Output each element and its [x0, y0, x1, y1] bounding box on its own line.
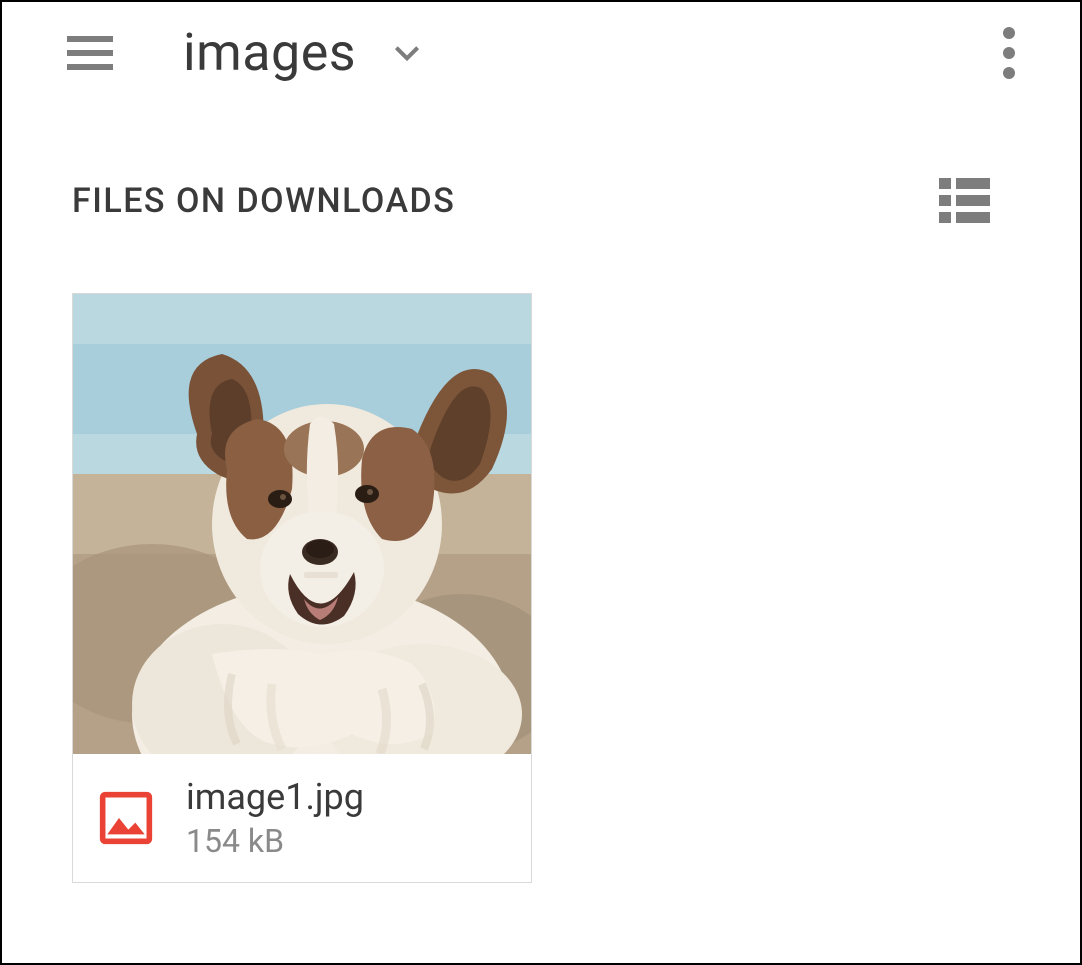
- folder-dropdown[interactable]: images: [183, 22, 423, 83]
- file-grid: image1.jpg 154 kB: [2, 223, 1080, 883]
- file-meta: image1.jpg 154 kB: [186, 776, 364, 860]
- section-header: FILES ON DOWNLOADS: [2, 103, 1080, 223]
- image-file-icon: [98, 790, 154, 846]
- file-card[interactable]: image1.jpg 154 kB: [72, 293, 532, 883]
- app-header: images: [2, 2, 1080, 103]
- chevron-down-icon: [391, 37, 423, 69]
- menu-icon[interactable]: [67, 36, 113, 70]
- file-info: image1.jpg 154 kB: [73, 754, 531, 882]
- list-view-toggle[interactable]: [939, 178, 1010, 223]
- folder-title: images: [183, 22, 356, 83]
- header-left: images: [67, 22, 423, 83]
- file-size: 154 kB: [186, 822, 364, 860]
- file-thumbnail: [73, 294, 531, 754]
- list-view-icon: [939, 178, 990, 223]
- file-name: image1.jpg: [186, 776, 364, 818]
- section-title: FILES ON DOWNLOADS: [72, 181, 455, 221]
- more-options-icon[interactable]: [1003, 27, 1025, 79]
